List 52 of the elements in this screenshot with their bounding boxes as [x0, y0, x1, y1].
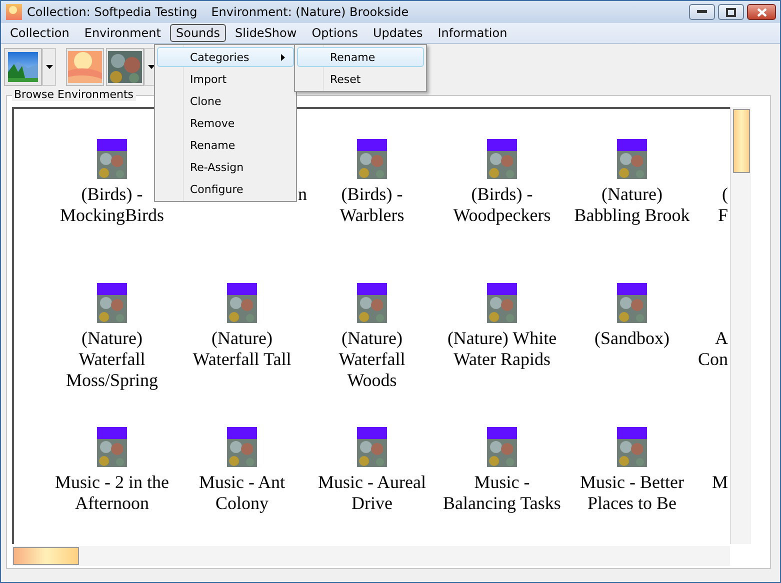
maximize-button[interactable]	[718, 4, 744, 20]
environment-label[interactable]: Music - Better Places to Be	[580, 472, 684, 514]
environment-label[interactable]: Music - Aureal Drive	[318, 472, 426, 514]
landscape-icon	[8, 52, 38, 82]
minimize-icon	[697, 10, 707, 14]
menu-entry[interactable]: Re-Assign	[157, 157, 294, 177]
menu-item[interactable]: Environment	[78, 24, 167, 42]
close-icon	[756, 8, 766, 16]
menu-item[interactable]: Options	[306, 24, 364, 42]
menu-entry[interactable]: Reset	[297, 69, 424, 89]
partial-label[interactable]: M	[712, 472, 728, 493]
environment-label[interactable]: (Nature) Waterfall Woods	[338, 328, 406, 391]
environment-title: Environment: (Nature) Brookside	[211, 5, 409, 19]
partial-label[interactable]: n	[298, 184, 307, 205]
menu-item[interactable]: Updates	[367, 24, 429, 42]
menu-entry[interactable]: Import	[157, 69, 294, 89]
sunset-icon	[6, 4, 22, 20]
group-title: Browse Environments	[12, 88, 136, 101]
menu-entry[interactable]: Rename	[297, 47, 424, 67]
menu-item[interactable]: Information	[432, 24, 514, 42]
environment-button[interactable]	[4, 48, 42, 86]
caret-icon	[148, 64, 154, 68]
horizontal-scrollbar[interactable]	[12, 546, 730, 566]
environment-label[interactable]: (Nature) Waterfall Moss/Spring	[66, 328, 158, 391]
forest-button[interactable]	[106, 48, 144, 86]
maximize-icon	[726, 8, 736, 16]
minimize-button[interactable]	[689, 4, 715, 20]
environment-label[interactable]: (Sandbox)	[594, 328, 670, 349]
environment-label[interactable]: Music - 2 in the Afternoon	[55, 472, 169, 514]
environment-label[interactable]: (Nature) Babbling Brook	[574, 184, 690, 226]
partial-label[interactable]: A Con	[698, 328, 728, 370]
menu-item[interactable]: Sounds	[170, 24, 226, 42]
environment-label[interactable]: Music - Balancing Tasks	[443, 472, 561, 514]
close-button[interactable]	[747, 4, 776, 20]
caret-icon	[46, 64, 52, 68]
environment-label[interactable]: Music - Ant Colony	[198, 472, 285, 514]
menu-item[interactable]: SlideShow	[229, 24, 303, 42]
vertical-scrollbar[interactable]	[730, 107, 751, 544]
scroll-thumb[interactable]	[13, 547, 79, 565]
dropdown-button[interactable]	[42, 48, 56, 86]
window-title: Collection: Softpedia Testing	[27, 5, 198, 19]
partial-label[interactable]: ( F	[718, 184, 728, 226]
scroll-thumb[interactable]	[733, 109, 750, 173]
menu-entry[interactable]: Remove	[157, 113, 294, 133]
environment-label[interactable]: (Birds) - Woodpeckers	[453, 184, 551, 226]
environment-label[interactable]: (Nature) White Water Rapids	[447, 328, 557, 370]
menu-item[interactable]: Collection	[4, 24, 76, 42]
menu-entry[interactable]: Categories	[157, 47, 294, 67]
menu-entry[interactable]: Clone	[157, 91, 294, 111]
environment-label[interactable]: (Nature) Waterfall Tall	[192, 328, 292, 370]
environment-label[interactable]: (Birds) - Warblers	[340, 184, 404, 226]
menu-entry[interactable]: Rename	[157, 135, 294, 155]
